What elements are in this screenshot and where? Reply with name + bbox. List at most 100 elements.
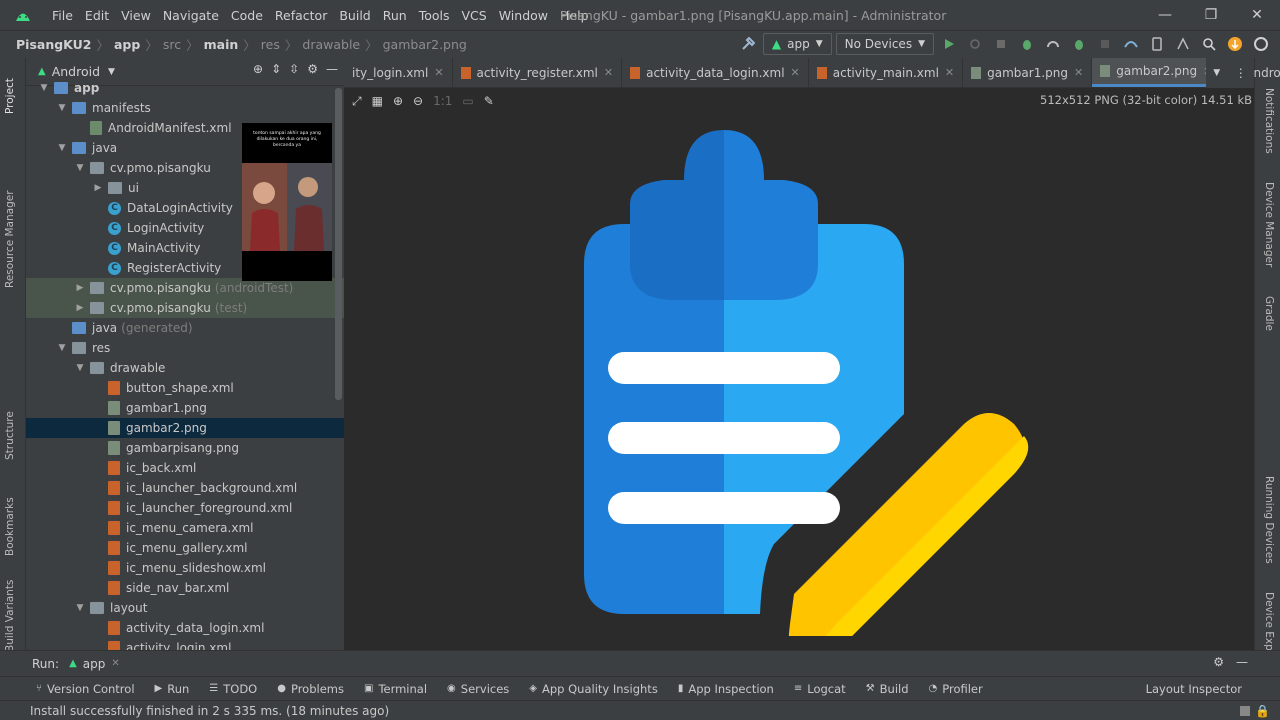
sync-gradle-icon[interactable] [1120,33,1142,55]
restore-icon[interactable]: ❐ [1188,0,1234,30]
running-devices-tab[interactable]: Running Devices [1263,476,1275,564]
expand-all-icon[interactable]: ⇕ [271,62,281,76]
zoom-in-icon[interactable]: ⊕ [393,94,403,108]
collapsed-arrow-icon[interactable]: ▶ [92,183,104,193]
tree-item[interactable]: ▶ cv.pmo.pisangku (androidTest) [26,278,344,298]
tree-item[interactable]: ▼ app [26,78,344,98]
run-icon[interactable] [938,33,960,55]
editor-tab[interactable]: activity_data_login.xml ✕ [622,58,809,87]
chevron-down-icon[interactable]: ▼ [108,67,115,77]
tool-window-terminal[interactable]: ▣ Terminal [364,682,427,696]
collapsed-arrow-icon[interactable]: ▶ [74,303,86,313]
close-icon[interactable]: ✕ [1234,0,1280,30]
tree-item[interactable]: ic_back.xml [26,458,344,478]
tree-item[interactable]: activity_data_login.xml [26,618,344,638]
tree-item[interactable]: ▼ drawable [26,358,344,378]
tree-item[interactable]: side_nav_bar.xml [26,578,344,598]
bookmarks-tab[interactable]: Bookmarks [4,497,16,556]
minimize-icon[interactable]: — [1142,0,1188,30]
run-config-select[interactable]: ▲ app ▼ [762,33,832,55]
expanded-arrow-icon[interactable]: ▼ [74,363,86,373]
settings-logo-icon[interactable] [1250,33,1272,55]
expanded-arrow-icon[interactable]: ▼ [74,603,86,613]
breadcrumb-item[interactable]: drawable [302,37,360,52]
tree-item[interactable]: ic_launcher_background.xml [26,478,344,498]
search-icon[interactable] [1198,33,1220,55]
chevron-down-icon[interactable]: ▼ [1213,68,1220,78]
menu-run[interactable]: Run [377,8,413,23]
hide-icon[interactable]: — [1236,655,1248,669]
hide-icon[interactable]: — [326,62,338,76]
tree-item[interactable]: ▼ manifests [26,98,344,118]
locate-icon[interactable]: ⊕ [253,62,263,76]
tool-window-run[interactable]: ▶ Run [155,682,190,696]
sdk-manager-icon[interactable] [1172,33,1194,55]
expanded-arrow-icon[interactable]: ▼ [56,143,68,153]
project-tool-tab[interactable]: Project [4,78,16,114]
zoom-out-icon[interactable]: ⊖ [413,94,423,108]
tool-window-services[interactable]: ◉ Services [447,682,509,696]
tree-item[interactable]: activity_login.xml [26,638,344,650]
project-scrollbar[interactable] [335,88,342,400]
background-icon[interactable]: ▭ [462,94,473,108]
tool-window-app-inspection[interactable]: ▮ App Inspection [678,682,774,696]
breadcrumb-item[interactable]: app [114,37,140,52]
apply-changes-icon[interactable] [990,33,1012,55]
menu-vcs[interactable]: VCS [456,8,493,23]
menu-file[interactable]: File [46,8,79,23]
breadcrumb-item[interactable]: res [261,37,280,52]
more-options-icon[interactable]: ⋮ [1235,66,1247,80]
menu-edit[interactable]: Edit [79,8,115,23]
editor-tab[interactable]: ity_login.xml ✕ [344,58,453,87]
breadcrumb-item[interactable]: gambar2.png [383,37,467,52]
tool-window-problems[interactable]: ● Problems [277,682,344,696]
editor-tab[interactable]: gambar2.png✕ [1092,58,1222,87]
tree-item[interactable]: ic_menu_slideshow.xml [26,558,344,578]
menu-window[interactable]: Window [493,8,554,23]
expanded-arrow-icon[interactable]: ▼ [74,163,86,173]
attach-debugger-icon[interactable] [1068,33,1090,55]
menu-view[interactable]: View [115,8,157,23]
gradle-tab[interactable]: Gradle [1263,296,1275,331]
run-tab-app[interactable]: ▲ app ✕ [69,657,120,671]
expanded-arrow-icon[interactable]: ▼ [56,103,68,113]
profile-icon[interactable] [1042,33,1064,55]
tree-item[interactable]: gambar1.png [26,398,344,418]
notifications-tab[interactable]: Notifications [1263,88,1275,154]
editor-tab[interactable]: gambar1.png ✕ [963,58,1093,87]
menu-code[interactable]: Code [225,8,269,23]
tool-window-version-control[interactable]: ⑂ Version Control [36,682,135,696]
editor-tab[interactable]: activity_register.xml ✕ [453,58,623,87]
debug-icon[interactable] [1016,33,1038,55]
fit-zoom-icon[interactable]: ⤢ [352,94,362,109]
close-icon[interactable]: ✕ [1074,66,1083,79]
tool-window-logcat[interactable]: ≡ Logcat [794,682,846,696]
expanded-arrow-icon[interactable]: ▼ [56,343,68,353]
breadcrumb-item[interactable]: main [204,37,239,52]
device-select[interactable]: No Devices ▼ [835,33,934,55]
actual-size-icon[interactable]: 1:1 [433,94,452,108]
rerun-icon[interactable] [964,33,986,55]
editor-tab[interactable]: activity_main.xml ✕ [809,58,964,87]
layout-inspector-button[interactable]: Layout Inspector [1146,682,1242,696]
close-icon[interactable]: ✕ [111,658,119,669]
project-view-select[interactable]: Android [52,64,100,79]
tree-item[interactable]: ▼ layout [26,598,344,618]
tree-item[interactable]: ▼ res [26,338,344,358]
structure-tab[interactable]: Structure [4,411,16,460]
tool-window-todo[interactable]: ☰ TODO [209,682,257,696]
tree-item[interactable]: button_shape.xml [26,378,344,398]
close-icon[interactable]: ✕ [434,66,443,79]
menu-refactor[interactable]: Refactor [269,8,333,23]
hammer-icon[interactable] [737,33,759,55]
tree-item[interactable]: java (generated) [26,318,344,338]
tree-item[interactable]: ic_menu_camera.xml [26,518,344,538]
close-icon[interactable]: ✕ [945,66,954,79]
menu-build[interactable]: Build [333,8,376,23]
device-manager-icon[interactable] [1146,33,1168,55]
menu-tools[interactable]: Tools [413,8,456,23]
tool-window-app-quality-insights[interactable]: ◈ App Quality Insights [529,682,658,696]
collapse-all-icon[interactable]: ⇳ [289,62,299,76]
gear-icon[interactable]: ⚙ [307,62,318,76]
close-icon[interactable]: ✕ [604,66,613,79]
